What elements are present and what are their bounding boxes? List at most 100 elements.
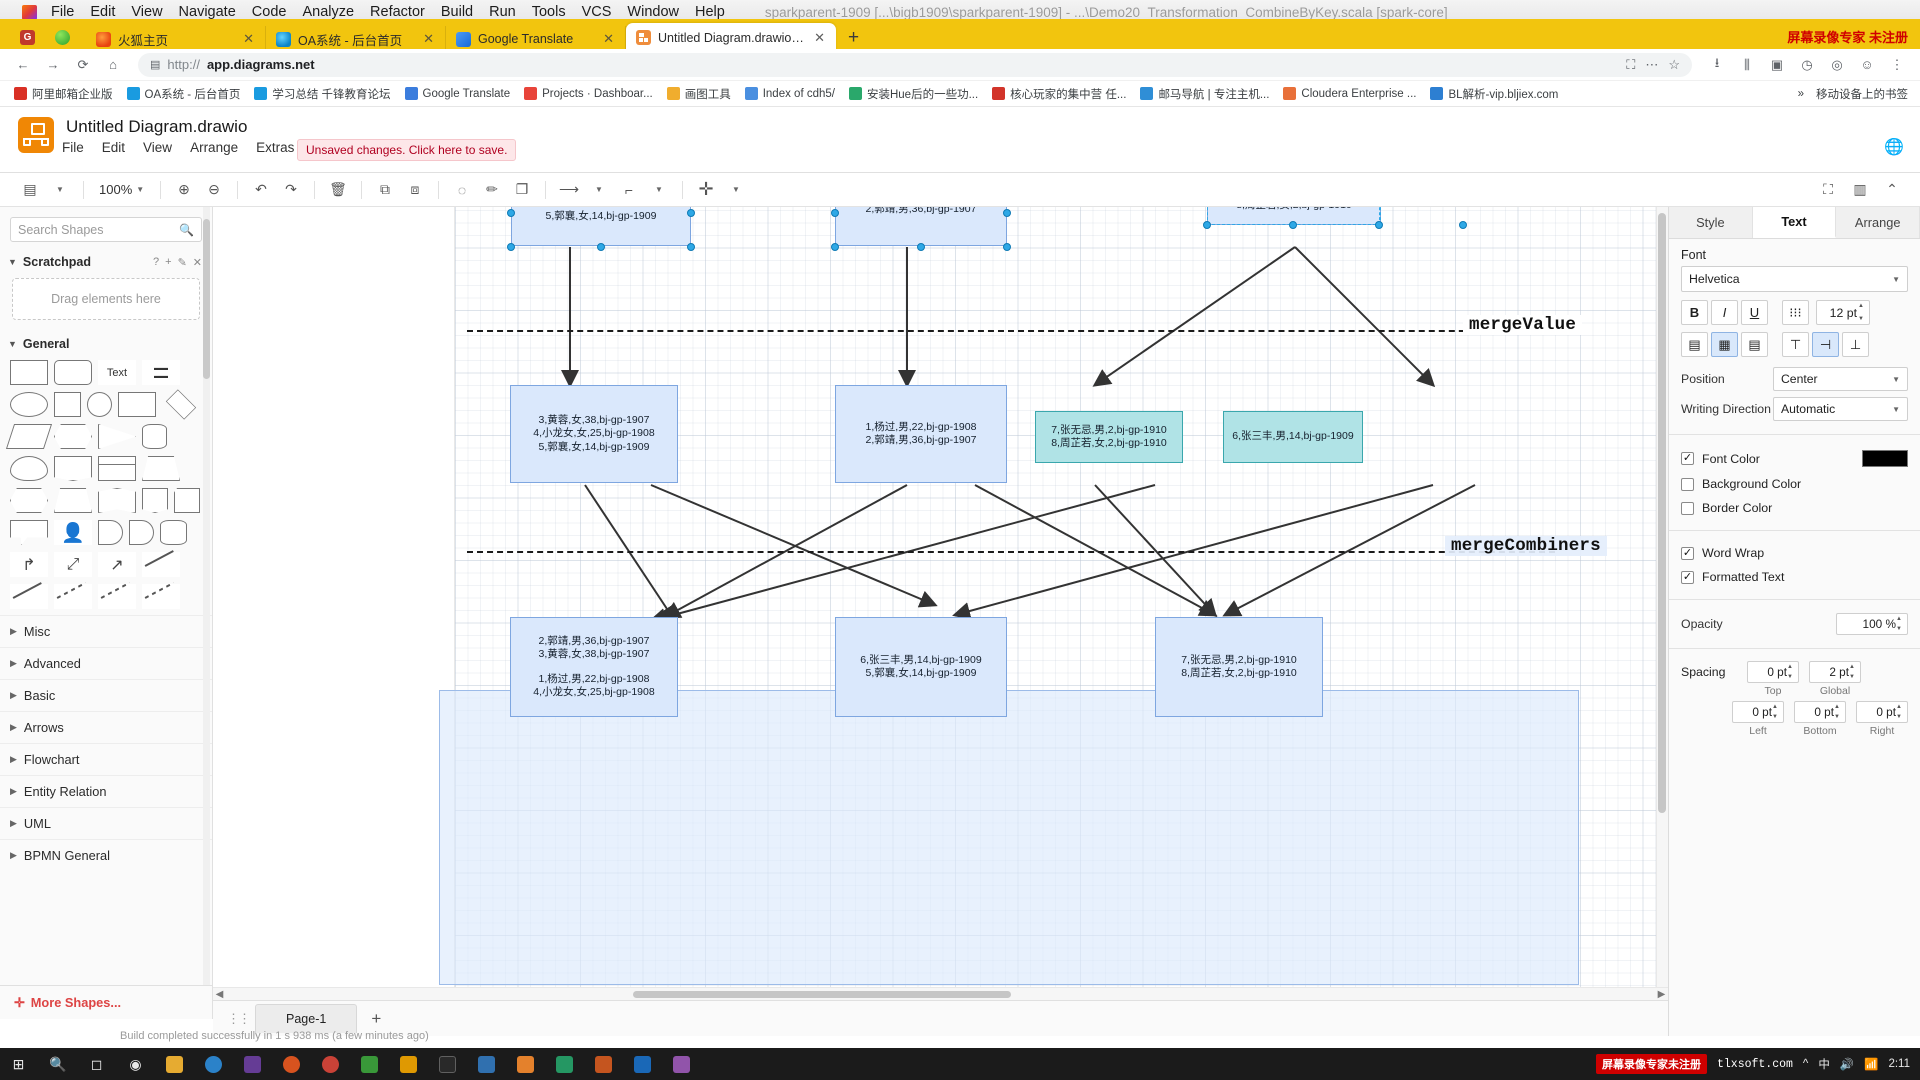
store-icon[interactable] bbox=[244, 1055, 261, 1073]
insert-caret-icon[interactable]: ▼ bbox=[722, 178, 750, 202]
shape-cylinder[interactable] bbox=[142, 424, 167, 449]
tab-style[interactable]: Style bbox=[1669, 207, 1753, 238]
bookmark-item[interactable]: Projects · Dashboar... bbox=[518, 85, 659, 102]
italic-button[interactable]: I bbox=[1711, 300, 1738, 325]
shapes-section-bpmn-general[interactable]: ▶ BPMN General bbox=[0, 839, 212, 871]
page-info-icon[interactable]: ▤ bbox=[150, 58, 160, 71]
shapes-section-flowchart[interactable]: ▶ Flowchart bbox=[0, 743, 212, 775]
shape-card[interactable] bbox=[174, 488, 200, 513]
spacing-bottom-stepper[interactable]: ▲ ▼ bbox=[1834, 704, 1843, 720]
search-shapes-input[interactable]: Search Shapes 🔍 bbox=[10, 217, 202, 242]
zoom-in-icon[interactable]: ⊕ bbox=[170, 178, 198, 202]
drawio-menu-file[interactable]: File bbox=[62, 140, 84, 155]
close-icon[interactable]: ✕ bbox=[193, 256, 202, 269]
shapes-section-advanced[interactable]: ▶ Advanced bbox=[0, 647, 212, 679]
diagram-node-mid-2[interactable]: 7,张无忌,男,2,bj-gp-1910 8,周芷若,女,2,bj-gp-191… bbox=[1035, 411, 1183, 463]
selection-handle[interactable] bbox=[1203, 221, 1211, 229]
shape-triangle[interactable] bbox=[98, 424, 136, 449]
diagram-node-mid-1[interactable]: 1,杨过,男,22,bj-gp-1908 2,郭靖,男,36,bj-gp-190… bbox=[835, 385, 1007, 483]
delete-icon[interactable]: 🗑 bbox=[324, 178, 352, 202]
back-icon[interactable]: ← bbox=[10, 52, 36, 78]
shapes-section-uml[interactable]: ▶ UML bbox=[0, 807, 212, 839]
unsaved-changes-notice[interactable]: Unsaved changes. Click here to save. bbox=[297, 139, 517, 161]
line-color-icon[interactable]: ✏ bbox=[478, 178, 506, 202]
to-front-icon[interactable]: ⧉ bbox=[371, 178, 399, 202]
spacing-left-input[interactable]: 0 pt ▲ ▼ bbox=[1732, 701, 1784, 723]
spacing-global-stepper[interactable]: ▲ ▼ bbox=[1849, 664, 1858, 680]
insert-plus-icon[interactable]: ✛ bbox=[692, 178, 720, 202]
undo-icon[interactable]: ↶ bbox=[247, 178, 275, 202]
shape-dashed-line-3[interactable] bbox=[142, 584, 180, 609]
sidebar-icon[interactable]: ▣ bbox=[1764, 52, 1790, 78]
shape-diamond[interactable] bbox=[165, 389, 197, 420]
shape-or[interactable] bbox=[98, 520, 123, 545]
shape-callout[interactable] bbox=[10, 520, 48, 545]
mail-icon[interactable] bbox=[634, 1055, 651, 1073]
font-color-swatch[interactable] bbox=[1862, 450, 1908, 467]
tab-text[interactable]: Text bbox=[1752, 207, 1837, 238]
close-icon[interactable]: ✕ bbox=[601, 31, 616, 47]
downloads-icon[interactable]: ⭳ bbox=[1704, 52, 1730, 78]
shapes-panel-scrollbar-thumb[interactable] bbox=[203, 219, 210, 379]
shape-circle[interactable] bbox=[87, 392, 112, 417]
forward-icon[interactable]: → bbox=[40, 52, 66, 78]
diagram-canvas[interactable]: mergeValue mergeCombiners 4,小龙女,女,25,bj-… bbox=[213, 207, 1668, 987]
shape-data-storage[interactable] bbox=[160, 520, 187, 545]
background-color-checkbox[interactable] bbox=[1681, 477, 1694, 491]
general-section-header[interactable]: ▼ General bbox=[0, 330, 212, 356]
spacing-global-input[interactable]: 2 pt ▲ ▼ bbox=[1809, 661, 1861, 683]
ide-menu-vcs[interactable]: VCS bbox=[582, 4, 612, 20]
zoom-level-selector[interactable]: 100% ▼ bbox=[93, 180, 151, 199]
shape-step[interactable] bbox=[10, 488, 48, 513]
ide-menu-bar[interactable]: File Edit View Navigate Code Analyze Ref… bbox=[51, 4, 725, 20]
font-size-stepper[interactable]: ▲ ▼ bbox=[1858, 303, 1867, 322]
opacity-input[interactable]: 100 % ▲ ▼ bbox=[1836, 613, 1908, 635]
diagram-node-top-1[interactable]: 2,郭靖,男,36,bj-gp-1907 bbox=[835, 207, 1007, 246]
to-back-icon[interactable]: ⧈ bbox=[401, 178, 429, 202]
bookmark-item[interactable]: Index of cdh5/ bbox=[739, 85, 841, 102]
globe-icon[interactable]: 🌐 bbox=[1884, 137, 1904, 157]
view-layout-icon[interactable]: ▤ bbox=[16, 178, 44, 202]
align-left-icon[interactable]: ▤ bbox=[1681, 332, 1708, 357]
ide-menu-view[interactable]: View bbox=[131, 4, 162, 20]
shape-document[interactable] bbox=[54, 456, 92, 481]
bookmark-item[interactable]: 核心玩家的集中营 任... bbox=[986, 84, 1132, 104]
shape-cube[interactable] bbox=[142, 456, 180, 481]
spacing-top-input[interactable]: 0 pt ▲ ▼ bbox=[1747, 661, 1799, 683]
pinned-app-icon[interactable]: G bbox=[20, 30, 35, 45]
shape-internal-storage[interactable] bbox=[98, 456, 136, 481]
qq-icon[interactable] bbox=[361, 1055, 378, 1073]
edge-icon[interactable] bbox=[205, 1055, 222, 1073]
notepad-icon[interactable] bbox=[478, 1055, 495, 1073]
shape-ellipse[interactable] bbox=[10, 392, 48, 417]
photoshop-icon[interactable] bbox=[673, 1055, 690, 1073]
diagram-node-mid-3[interactable]: 6,张三丰,男,14,bj-gp-1909 bbox=[1223, 411, 1363, 463]
word-wrap-checkbox[interactable] bbox=[1681, 546, 1694, 560]
diagram-node-mid-0[interactable]: 3,黄蓉,女,38,bj-gp-1907 4,小龙女,女,25,bj-gp-19… bbox=[510, 385, 678, 483]
close-icon[interactable]: ✕ bbox=[241, 31, 256, 47]
scratchpad-section-header[interactable]: ▼ Scratchpad ? + ✎ ✕ bbox=[0, 248, 212, 274]
home-icon[interactable]: ⌂ bbox=[100, 52, 126, 78]
connection-caret-icon[interactable]: ▼ bbox=[585, 178, 613, 202]
selection-handle[interactable] bbox=[1289, 221, 1297, 229]
browser-tab-3-active[interactable]: Untitled Diagram.drawio - d ✕ bbox=[626, 23, 836, 52]
canvas-vertical-scrollbar[interactable] bbox=[1656, 207, 1668, 987]
writing-direction-select[interactable]: Automatic ▼ bbox=[1773, 397, 1908, 421]
opacity-stepper[interactable]: ▲ ▼ bbox=[1896, 616, 1905, 632]
bookmark-item[interactable]: Google Translate bbox=[399, 85, 517, 102]
selection-handle[interactable] bbox=[1459, 221, 1467, 229]
close-icon[interactable]: ✕ bbox=[421, 31, 436, 47]
bookmark-item[interactable]: BL解析-vip.bljiex.com bbox=[1424, 84, 1564, 104]
shapes-section-arrows[interactable]: ▶ Arrows bbox=[0, 711, 212, 743]
bookmarks-mobile-folder[interactable]: 移动设备上的书签 bbox=[1816, 86, 1908, 102]
format-panel-icon[interactable]: ▥ bbox=[1846, 178, 1874, 202]
ide-menu-build[interactable]: Build bbox=[441, 4, 473, 20]
shape-tape[interactable] bbox=[98, 488, 136, 513]
add-icon[interactable]: + bbox=[165, 256, 171, 269]
valign-middle-icon[interactable]: ⊣ bbox=[1812, 332, 1839, 357]
search-icon[interactable]: 🔍 bbox=[179, 223, 194, 237]
shape-text[interactable]: Text bbox=[98, 360, 136, 385]
shape-rounded-rectangle[interactable] bbox=[54, 360, 92, 385]
bookmark-item[interactable]: 学习总结 千锋教育论坛 bbox=[248, 84, 396, 104]
spacing-right-stepper[interactable]: ▲ ▼ bbox=[1896, 704, 1905, 720]
